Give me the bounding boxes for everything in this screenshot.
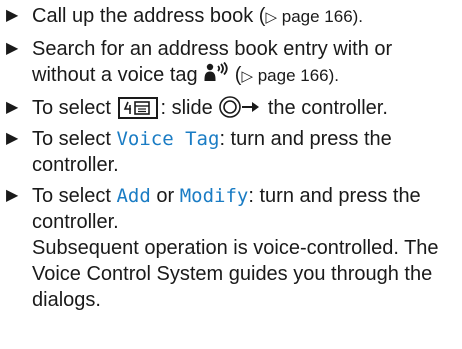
step-text: or: [150, 185, 180, 207]
step-search-entry: ▶ Search for an address book entry with …: [6, 36, 458, 90]
step-select-menu: ▶ To select : slide the controller.: [6, 95, 458, 121]
step-select-voice-tag: ▶ To select Voice Tag: turn and press th…: [6, 126, 458, 178]
step-bullet: ▶: [6, 187, 19, 204]
step-text: Call up the address book (: [32, 5, 266, 27]
step-call-address-book: ▶ Call up the address book (▷ page 166).: [6, 3, 458, 31]
step-note: Subsequent operation is voice-controlled…: [32, 237, 439, 311]
step-text: the controller.: [262, 97, 388, 119]
options-menu-icon: [118, 97, 159, 119]
step-bullet: ▶: [6, 99, 19, 116]
step-text: To select: [32, 185, 117, 207]
menu-item-add: Add: [116, 185, 151, 207]
menu-item-voice-tag: Voice Tag: [116, 128, 220, 150]
page-reference: page 166).: [277, 7, 364, 26]
step-bullet: ▶: [6, 130, 19, 147]
step-select-add-modify: ▶ To select Add or Modify: turn and pres…: [6, 183, 458, 313]
controller-slide-right-icon: [219, 96, 260, 118]
step-text: To select: [32, 128, 117, 150]
page-reference: page 166).: [252, 66, 339, 85]
step-text: : slide: [160, 97, 219, 119]
menu-item-modify: Modify: [179, 185, 249, 207]
page-ref-arrow: ▷: [241, 68, 253, 85]
step-bullet: ▶: [6, 40, 19, 57]
voice-tag-icon: [204, 62, 228, 81]
instruction-list: ▶ Call up the address book (▷ page 166).…: [6, 3, 458, 318]
step-bullet: ▶: [6, 7, 19, 24]
step-text: To select: [32, 97, 117, 119]
step-text: (: [229, 64, 242, 86]
page-ref-arrow: ▷: [265, 9, 278, 26]
